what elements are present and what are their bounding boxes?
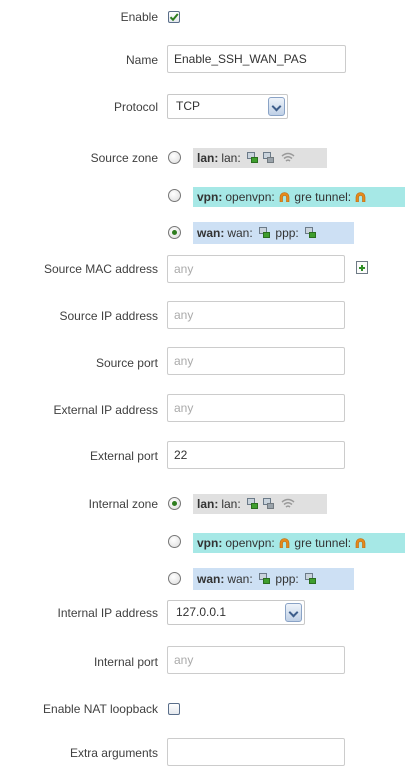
source-ip-row: Source IP address	[0, 301, 406, 329]
nat-loopback-label: Enable NAT loopback	[43, 702, 158, 716]
external-ip-label: External IP address	[53, 403, 158, 417]
zone-name: lan:	[197, 497, 219, 511]
source-zone-row: Source zone lan: lan:	[0, 146, 406, 170]
nat-loopback-checkbox[interactable]	[168, 703, 180, 715]
source-mac-row: Source MAC address	[0, 255, 406, 283]
enable-checkbox[interactable]	[168, 11, 180, 23]
source-zone-vpn-row: vpn: openvpn: gre tunnel:	[0, 186, 406, 210]
network-icon	[304, 227, 317, 238]
network-icon	[262, 152, 275, 163]
source-zone-lan-option[interactable]: lan: lan:	[193, 148, 327, 168]
internal-port-row: Internal port	[0, 646, 406, 674]
source-port-input[interactable]	[167, 347, 345, 375]
internal-ip-value: 127.0.0.1	[176, 605, 227, 619]
network-icon	[246, 498, 259, 509]
tunnel-icon	[279, 538, 290, 548]
source-zone-wan-radio[interactable]	[168, 226, 181, 239]
source-zone-vpn-radio[interactable]	[168, 189, 181, 202]
source-ip-label: Source IP address	[59, 309, 158, 323]
protocol-value: TCP	[176, 99, 200, 113]
source-zone-lan-radio[interactable]	[168, 151, 181, 164]
zone-name: vpn:	[197, 536, 223, 550]
zone-name: wan:	[197, 226, 225, 240]
chevron-down-icon[interactable]	[285, 603, 302, 622]
internal-zone-wan-option[interactable]: wan: wan: ppp:	[193, 568, 354, 590]
internal-zone-lan-radio[interactable]	[168, 497, 181, 510]
external-ip-input[interactable]	[167, 394, 345, 422]
tunnel-icon	[279, 192, 290, 202]
source-ip-input[interactable]	[167, 301, 345, 329]
zone-network-label: lan:	[221, 151, 241, 165]
wifi-icon	[281, 152, 295, 162]
protocol-label: Protocol	[113, 100, 158, 114]
internal-ip-select[interactable]: 127.0.0.1	[167, 600, 305, 625]
protocol-select[interactable]: TCP	[167, 94, 288, 119]
zone-network-label-2: ppp:	[275, 572, 299, 586]
chevron-down-icon[interactable]	[268, 97, 285, 116]
external-ip-row: External IP address	[0, 394, 406, 422]
name-input[interactable]	[167, 45, 346, 73]
internal-zone-row: Internal zone lan: lan:	[0, 492, 406, 516]
internal-zone-vpn-row: vpn: openvpn: gre tunnel:	[0, 532, 406, 556]
external-port-label: External port	[89, 449, 158, 463]
zone-network-label: openvpn:	[225, 190, 275, 204]
internal-zone-vpn-option[interactable]: vpn: openvpn: gre tunnel:	[193, 533, 405, 553]
wifi-icon	[281, 498, 295, 508]
source-mac-input[interactable]	[167, 255, 345, 283]
extra-arguments-input[interactable]	[167, 738, 345, 766]
internal-zone-wan-row: wan: wan: ppp:	[0, 568, 406, 592]
internal-port-label: Internal port	[93, 655, 158, 669]
network-icon	[262, 498, 275, 509]
zone-name: vpn:	[197, 190, 223, 204]
internal-port-input[interactable]	[167, 646, 345, 674]
nat-loopback-row: Enable NAT loopback	[0, 697, 406, 721]
network-icon	[258, 573, 271, 584]
source-zone-wan-option[interactable]: wan: wan: ppp:	[193, 222, 354, 244]
source-zone-label: Source zone	[90, 151, 158, 165]
internal-zone-lan-option[interactable]: lan: lan:	[193, 494, 327, 514]
zone-network-label-2: gre tunnel:	[294, 536, 352, 550]
extra-arguments-row: Extra arguments	[0, 738, 406, 766]
source-mac-label: Source MAC address	[43, 262, 158, 276]
external-port-row: External port	[0, 441, 406, 469]
tunnel-icon	[356, 192, 366, 202]
enable-row: Enable	[0, 5, 406, 29]
internal-ip-row: Internal IP address 127.0.0.1	[0, 600, 406, 625]
checkmark-icon	[169, 13, 179, 22]
zone-network-label-2: gre tunnel:	[294, 190, 352, 204]
zone-name: lan:	[197, 151, 219, 165]
name-row: Name	[0, 45, 406, 73]
source-port-row: Source port	[0, 347, 406, 375]
tunnel-icon	[356, 538, 366, 548]
zone-network-label-2: ppp:	[275, 226, 299, 240]
internal-zone-vpn-radio[interactable]	[168, 535, 181, 548]
zone-network-label: openvpn:	[225, 536, 275, 550]
zone-network-label: lan:	[221, 497, 241, 511]
zone-network-label: wan:	[227, 226, 253, 240]
add-icon[interactable]	[356, 261, 368, 274]
source-zone-wan-row: wan: wan: ppp:	[0, 222, 406, 246]
internal-zone-wan-radio[interactable]	[168, 572, 181, 585]
internal-zone-label: Internal zone	[88, 497, 158, 511]
protocol-row: Protocol TCP	[0, 94, 406, 119]
network-icon	[246, 152, 259, 163]
zone-network-label: wan:	[227, 572, 253, 586]
network-icon	[258, 227, 271, 238]
external-port-input[interactable]	[167, 441, 345, 469]
extra-arguments-label: Extra arguments	[69, 746, 158, 760]
internal-ip-label: Internal IP address	[57, 606, 158, 620]
enable-label: Enable	[120, 10, 158, 24]
source-port-label: Source port	[95, 356, 158, 370]
source-zone-vpn-option[interactable]: vpn: openvpn: gre tunnel:	[193, 187, 405, 207]
name-label: Name	[125, 53, 158, 67]
network-icon	[304, 573, 317, 584]
zone-name: wan:	[197, 572, 225, 586]
